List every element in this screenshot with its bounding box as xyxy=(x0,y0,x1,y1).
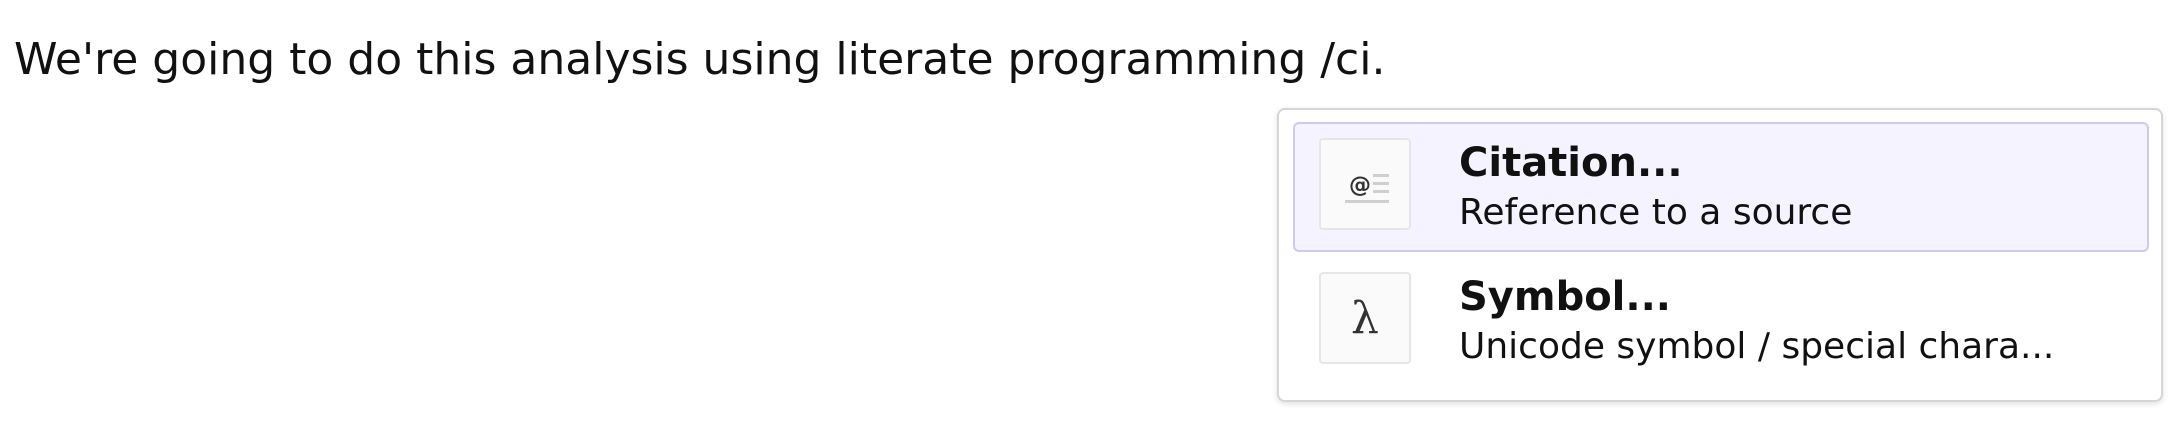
completion-item-description: Reference to a source xyxy=(1459,192,1853,233)
document-text-line[interactable]: We're going to do this analysis using li… xyxy=(14,30,1385,90)
completion-item-title: Symbol... xyxy=(1459,274,1671,320)
citation-icon: @ xyxy=(1319,138,1411,230)
svg-text:@: @ xyxy=(1349,173,1371,198)
completion-popup: @ Citation... Reference to a source λ Sy… xyxy=(1277,108,2163,402)
editor-area[interactable]: We're going to do this analysis using li… xyxy=(0,0,2180,428)
completion-item-title: Citation... xyxy=(1459,140,1683,186)
lambda-glyph: λ xyxy=(1351,292,1379,344)
completion-item-symbol[interactable]: λ Symbol... Unicode symbol / special cha… xyxy=(1293,256,2149,386)
completion-item-description: Unicode symbol / special chara... xyxy=(1459,326,2055,367)
lambda-icon: λ xyxy=(1319,272,1411,364)
completion-item-citation[interactable]: @ Citation... Reference to a source xyxy=(1293,122,2149,252)
